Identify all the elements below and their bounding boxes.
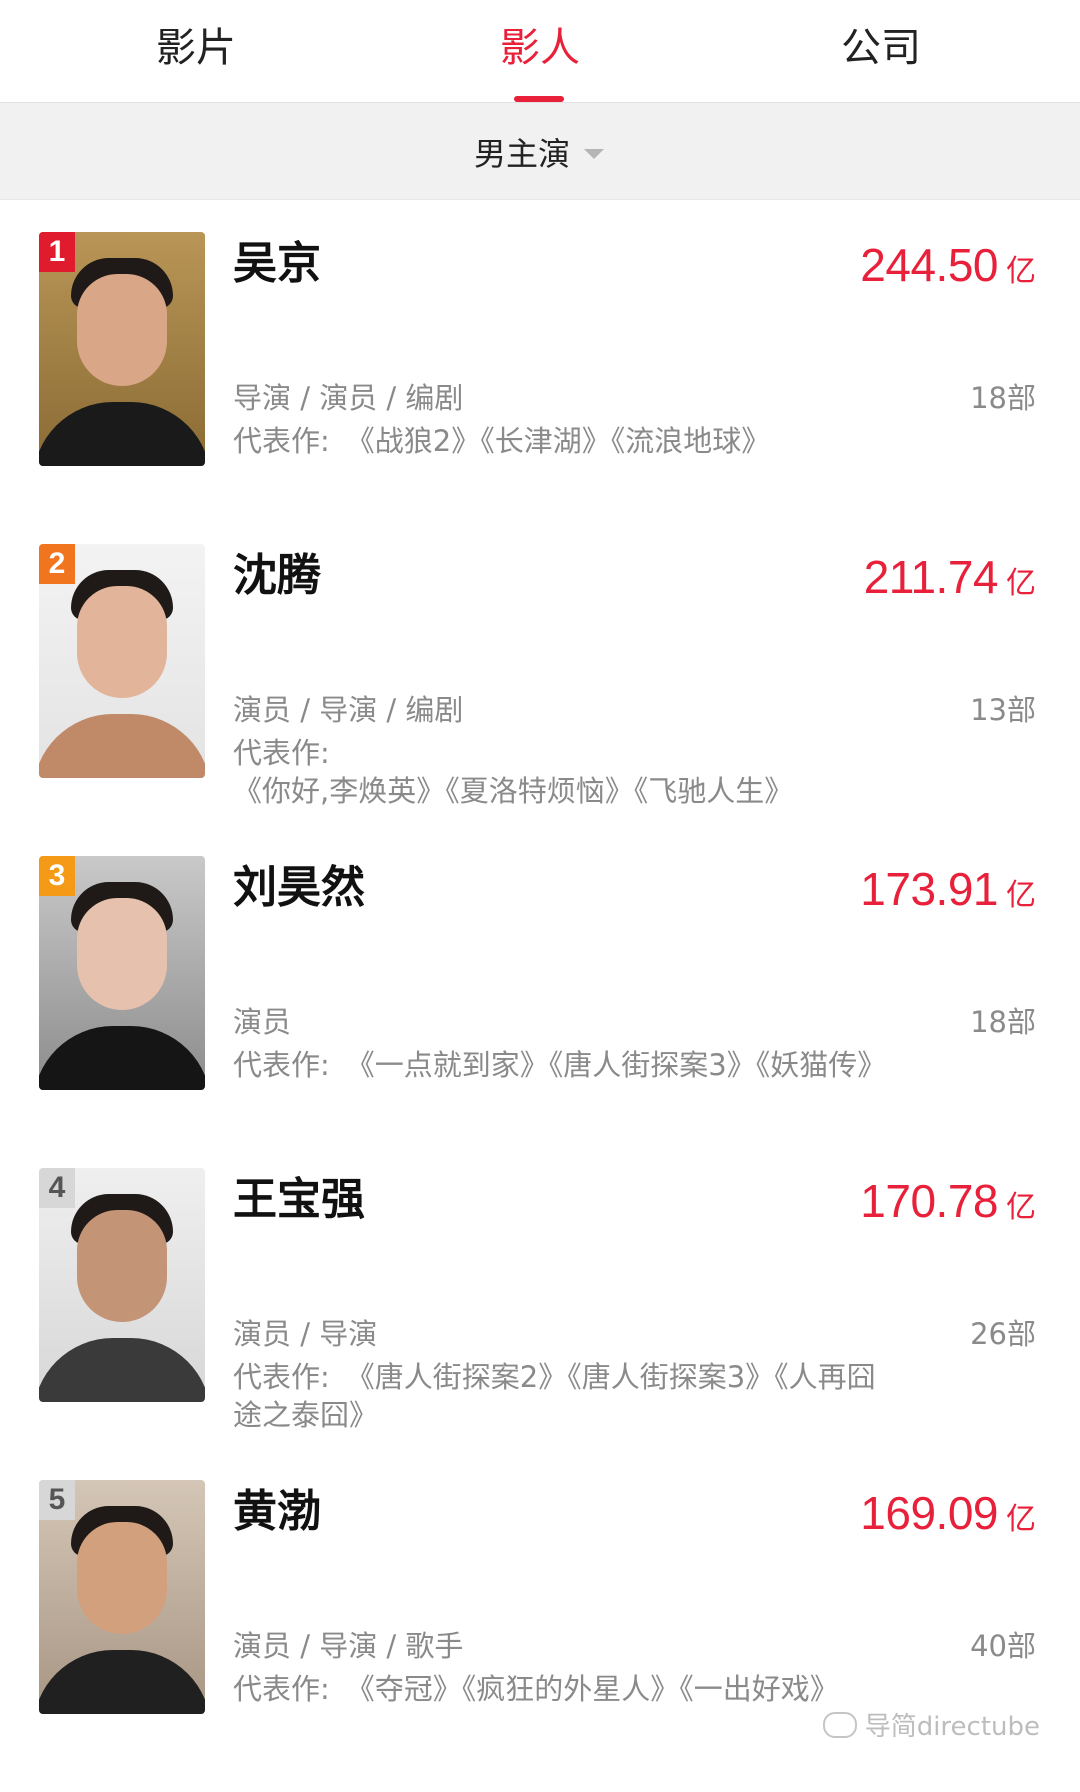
representative-works: 代表作: 《战狼2》《长津湖》《流浪地球》 bbox=[233, 422, 903, 460]
representative-works: 代表作: 《你好,李焕英》《夏洛特烦恼》《飞驰人生》 bbox=[233, 734, 903, 810]
person-roles: 演员 / 导演 / 歌手 bbox=[233, 1629, 464, 1663]
filter-bar: 男主演 bbox=[0, 102, 1080, 200]
box-office-value: 244.50 bbox=[860, 239, 998, 291]
person-roles: 演员 bbox=[233, 1005, 292, 1039]
watermark-text: 导简directube bbox=[864, 1712, 1040, 1742]
role-filter-label: 男主演 bbox=[474, 135, 571, 173]
tab-companies[interactable]: 公司 bbox=[761, 18, 1001, 78]
box-office-total: 211.74 亿 bbox=[864, 550, 1036, 604]
works-label: 代表作: bbox=[233, 1360, 330, 1394]
person-name[interactable]: 黄渤 bbox=[233, 1484, 321, 1540]
person-name[interactable]: 沈腾 bbox=[233, 548, 321, 604]
box-office-total: 244.50 亿 bbox=[860, 238, 1036, 292]
film-count: 18部 bbox=[970, 1005, 1036, 1039]
rank-badge: 4 bbox=[39, 1168, 75, 1208]
tab-films[interactable]: 影片 bbox=[76, 18, 316, 78]
representative-works: 代表作: 《一点就到家》《唐人街探案3》《妖猫传》 bbox=[233, 1046, 903, 1084]
wechat-icon bbox=[822, 1711, 857, 1738]
film-count: 13部 bbox=[970, 693, 1036, 727]
role-filter-dropdown[interactable]: 男主演 bbox=[474, 123, 605, 181]
person-name[interactable]: 王宝强 bbox=[233, 1172, 365, 1228]
works-list: 《你好,李焕英》《夏洛特烦恼》《飞驰人生》 bbox=[233, 774, 794, 808]
works-label: 代表作: bbox=[233, 424, 330, 458]
works-list: 《夺冠》《疯狂的外星人》《一出好戏》 bbox=[345, 1672, 839, 1706]
film-count: 18部 bbox=[970, 381, 1036, 415]
caret-down-icon bbox=[584, 149, 605, 159]
list-item[interactable]: 3 刘昊然 173.91 亿 演员 18部 代表作: 《一点就到家》《唐人街探案3… bbox=[0, 856, 1080, 1168]
rank-badge: 3 bbox=[39, 856, 75, 896]
list-item[interactable]: 4 王宝强 170.78 亿 演员 / 导演 26部 代表作: 《唐人街探案2》《… bbox=[0, 1168, 1080, 1480]
box-office-unit: 亿 bbox=[1006, 878, 1036, 913]
box-office-value: 173.91 bbox=[860, 863, 998, 915]
box-office-value: 211.74 bbox=[863, 551, 999, 603]
works-label: 代表作: bbox=[233, 736, 330, 770]
works-list: 《一点就到家》《唐人街探案3》《妖猫传》 bbox=[345, 1048, 887, 1082]
top-tab-bar: 影片 影人 公司 bbox=[0, 0, 1080, 102]
box-office-value: 170.78 bbox=[860, 1175, 998, 1227]
representative-works: 代表作: 《唐人街探案2》《唐人街探案3》《人再囧途之泰囧》 bbox=[233, 1358, 903, 1434]
avatar[interactable]: 1 bbox=[39, 232, 205, 466]
person-name[interactable]: 刘昊然 bbox=[233, 860, 365, 916]
works-list: 《战狼2》《长津湖》《流浪地球》 bbox=[345, 424, 771, 458]
box-office-total: 170.78 亿 bbox=[860, 1174, 1036, 1228]
avatar[interactable]: 2 bbox=[39, 544, 205, 778]
list-item[interactable]: 5 黄渤 169.09 亿 演员 / 导演 / 歌手 40部 代表作: 《夺冠》《… bbox=[0, 1480, 1080, 1792]
watermark: 导简directube bbox=[822, 1706, 1040, 1743]
avatar[interactable]: 3 bbox=[39, 856, 205, 1090]
box-office-total: 169.09 亿 bbox=[860, 1486, 1036, 1540]
rank-badge: 1 bbox=[39, 232, 75, 272]
person-roles: 演员 / 导演 / 编剧 bbox=[233, 693, 464, 727]
avatar[interactable]: 4 bbox=[39, 1168, 205, 1402]
person-name[interactable]: 吴京 bbox=[233, 236, 321, 292]
person-roles: 演员 / 导演 bbox=[233, 1317, 378, 1351]
box-office-unit: 亿 bbox=[1006, 254, 1036, 289]
list-item[interactable]: 2 沈腾 211.74 亿 演员 / 导演 / 编剧 13部 代表作: 《你好,李… bbox=[0, 544, 1080, 856]
box-office-unit: 亿 bbox=[1006, 566, 1036, 601]
works-label: 代表作: bbox=[233, 1672, 330, 1706]
avatar[interactable]: 5 bbox=[39, 1480, 205, 1714]
box-office-total: 173.91 亿 bbox=[860, 862, 1036, 916]
works-label: 代表作: bbox=[233, 1048, 330, 1082]
film-count: 26部 bbox=[970, 1317, 1036, 1351]
list-item[interactable]: 1 吴京 244.50 亿 导演 / 演员 / 编剧 18部 代表作: 《战狼2》… bbox=[0, 232, 1080, 544]
box-office-unit: 亿 bbox=[1006, 1502, 1036, 1537]
person-roles: 导演 / 演员 / 编剧 bbox=[233, 381, 464, 415]
film-count: 40部 bbox=[970, 1629, 1036, 1663]
rank-badge: 2 bbox=[39, 544, 75, 584]
box-office-unit: 亿 bbox=[1006, 1190, 1036, 1225]
representative-works: 代表作: 《夺冠》《疯狂的外星人》《一出好戏》 bbox=[233, 1670, 903, 1708]
rank-badge: 5 bbox=[39, 1480, 75, 1520]
box-office-value: 169.09 bbox=[860, 1487, 998, 1539]
tab-people[interactable]: 影人 bbox=[420, 18, 660, 78]
